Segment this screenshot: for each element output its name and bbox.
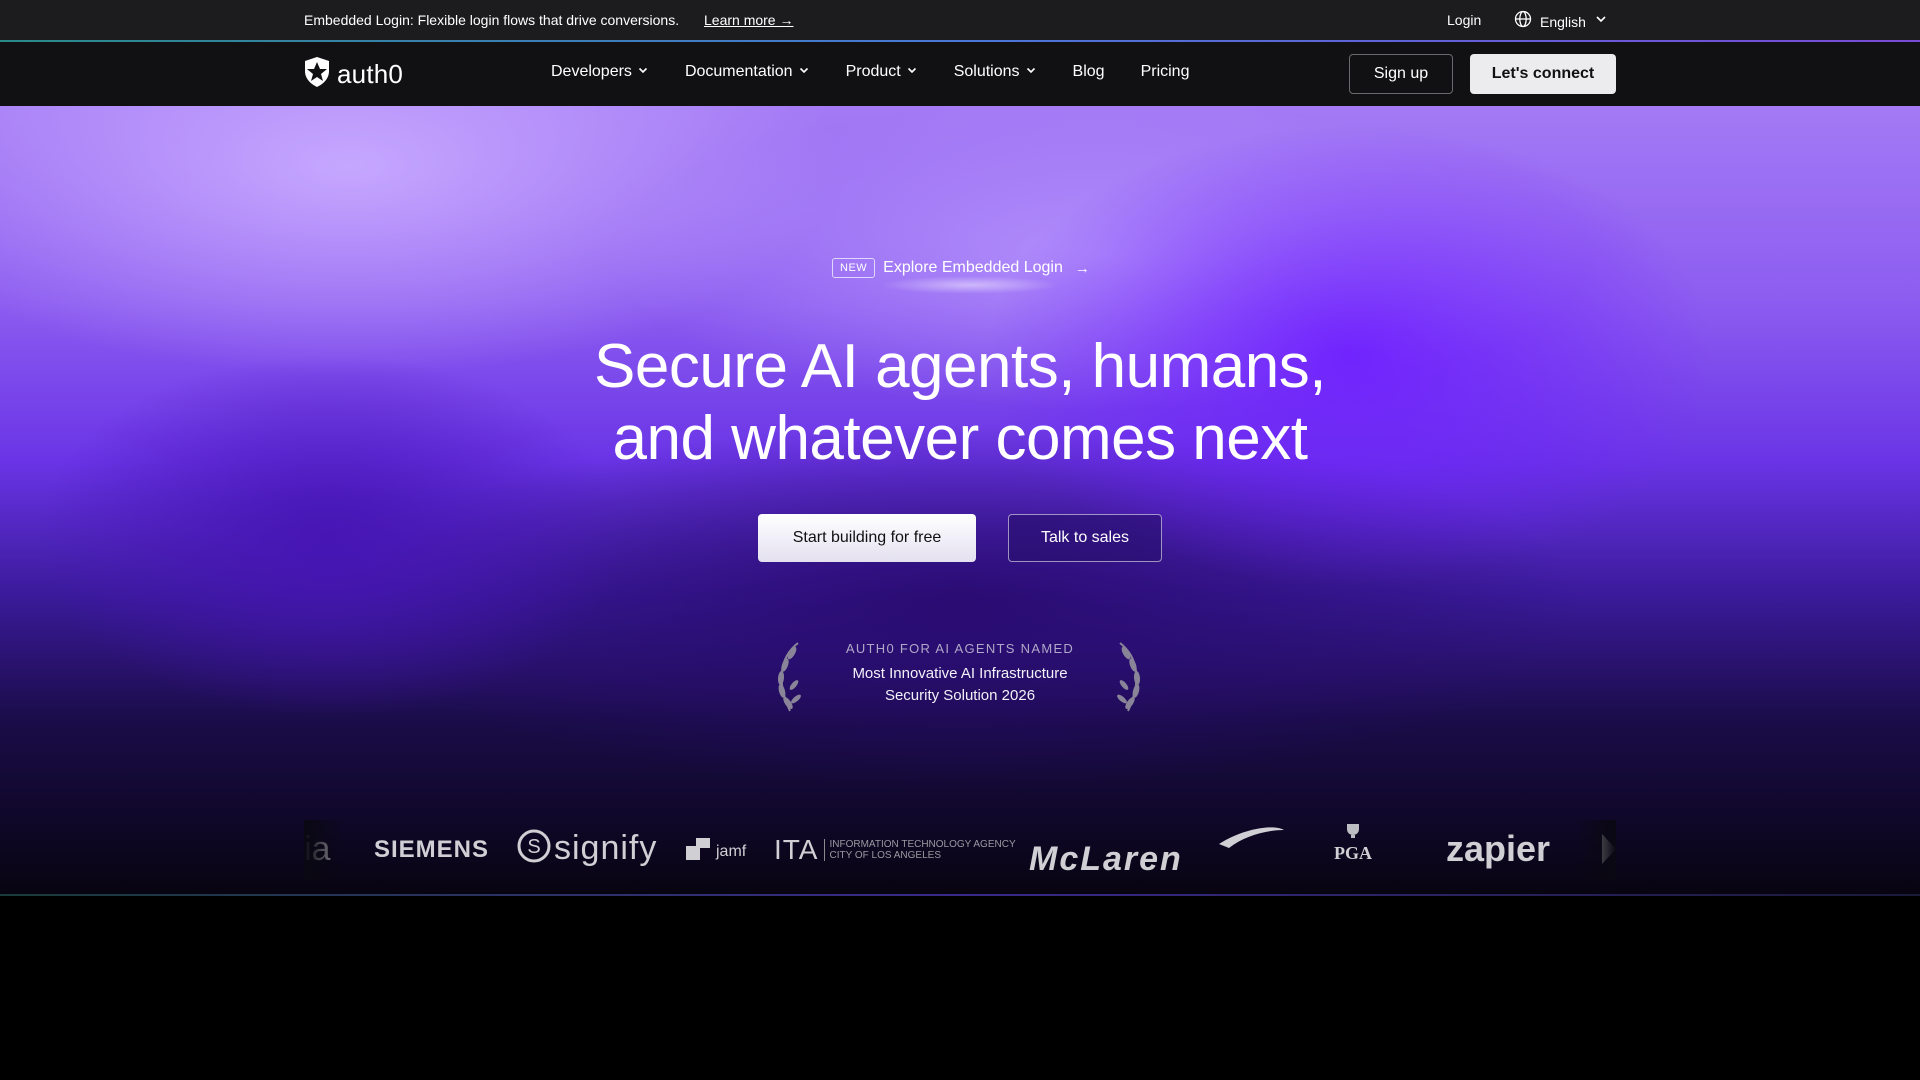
arrow-right-icon: → xyxy=(1074,259,1090,277)
signify-mark-icon: S xyxy=(516,828,552,869)
logo-jamf: jamf xyxy=(686,838,746,865)
pga-wordmark: PGA xyxy=(1334,843,1372,863)
nav-item-label: Blog xyxy=(1072,63,1105,80)
jamf-wordmark: jamf xyxy=(716,842,747,860)
jamf-mark-icon xyxy=(686,838,710,865)
award-title: Most Innovative AI Infrastructure Securi… xyxy=(830,663,1090,707)
customer-logos: ia SIEMENS S signify jamf ITA INFORMATIO… xyxy=(304,820,1616,880)
trophy-icon xyxy=(1343,824,1363,843)
shield-icon xyxy=(303,56,331,93)
language-label: English xyxy=(1540,13,1586,30)
new-badge: NEW xyxy=(832,258,876,278)
signify-wordmark: signify xyxy=(554,829,658,867)
talk-to-sales-button[interactable]: Talk to sales xyxy=(1008,514,1162,562)
ita-subtitle-line-1: INFORMATION TECHNOLOGY AGENCY xyxy=(829,839,1016,850)
pill-text: Explore Embedded Login xyxy=(883,259,1063,276)
main-nav: auth0 Developers Documentation Product S… xyxy=(0,42,1920,106)
headline-line-2: and whatever comes next xyxy=(612,404,1309,473)
mclaren-wordmark: McLaren xyxy=(1029,840,1183,878)
laurel-right-icon xyxy=(1112,641,1148,720)
ita-wordmark: ITA xyxy=(774,834,819,865)
logo-zapier: zapier xyxy=(1446,828,1551,869)
nav-item-pricing[interactable]: Pricing xyxy=(1141,63,1190,81)
announcement-message: Embedded Login: Flexible login flows tha… xyxy=(304,12,680,28)
nav-menu: Developers Documentation Product Solutio… xyxy=(551,63,1225,81)
nav-item-solutions[interactable]: Solutions xyxy=(954,63,1037,81)
logo-signify: S signify xyxy=(516,828,657,869)
chevron-down-icon xyxy=(1025,63,1037,81)
nav-item-documentation[interactable]: Documentation xyxy=(685,63,810,81)
explore-embedded-login-link[interactable]: NEW Explore Embedded Login → xyxy=(832,258,1090,278)
logos-fade-left xyxy=(304,820,344,880)
globe-icon xyxy=(1514,10,1532,33)
award-line-2: Security Solution 2026 xyxy=(884,687,1036,704)
svg-text:S: S xyxy=(527,836,540,858)
award-kicker: AUTH0 FOR AI AGENTS NAMED xyxy=(845,641,1075,656)
learn-more-link[interactable]: Learn more → xyxy=(704,12,793,28)
page-below-fold xyxy=(0,896,1920,1080)
logo-pga: PGA xyxy=(1334,824,1372,864)
lets-connect-button[interactable]: Let's connect xyxy=(1470,54,1616,94)
chevron-down-icon xyxy=(1594,12,1608,31)
login-link[interactable]: Login xyxy=(1447,12,1481,28)
chevron-down-icon xyxy=(906,63,918,81)
pill-glow xyxy=(880,276,1060,294)
nav-item-developers[interactable]: Developers xyxy=(551,63,649,81)
logo-siemens: SIEMENS xyxy=(374,836,490,863)
award-badge: AUTH0 FOR AI AGENTS NAMED Most Innovativ… xyxy=(770,641,1150,721)
auth0-logo[interactable]: auth0 xyxy=(303,56,403,93)
logo-ita: ITA INFORMATION TECHNOLOGY AGENCY CITY O… xyxy=(774,834,1016,866)
ita-subtitle-line-2: CITY OF LOS ANGELES xyxy=(829,850,942,861)
sign-up-button[interactable]: Sign up xyxy=(1349,54,1453,94)
logo-mclaren: McLaren xyxy=(1029,826,1289,880)
start-building-button[interactable]: Start building for free xyxy=(758,514,976,562)
nav-item-label: Pricing xyxy=(1140,63,1190,80)
headline-line-1: Secure AI agents, humans, xyxy=(594,332,1326,401)
nav-item-label: Product xyxy=(845,63,901,80)
nav-item-label: Solutions xyxy=(953,63,1020,80)
nav-item-product[interactable]: Product xyxy=(846,63,918,81)
nav-item-label: Developers xyxy=(551,63,632,80)
hero-headline: Secure AI agents, humans, and whatever c… xyxy=(460,331,1460,475)
language-selector[interactable]: English xyxy=(1514,10,1608,33)
nav-item-blog[interactable]: Blog xyxy=(1073,63,1105,81)
ita-subtitle: INFORMATION TECHNOLOGY AGENCY CITY OF LO… xyxy=(824,839,1016,861)
chevron-down-icon xyxy=(637,63,649,81)
award-line-1: Most Innovative AI Infrastructure xyxy=(852,665,1068,682)
chevron-down-icon xyxy=(798,63,810,81)
announcement-bar: Embedded Login: Flexible login flows tha… xyxy=(0,0,1920,41)
nav-item-label: Documentation xyxy=(684,63,793,80)
logos-fade-right xyxy=(1576,820,1616,880)
brand-wordmark: auth0 xyxy=(337,59,404,89)
hero-section: NEW Explore Embedded Login → Secure AI a… xyxy=(0,106,1920,896)
